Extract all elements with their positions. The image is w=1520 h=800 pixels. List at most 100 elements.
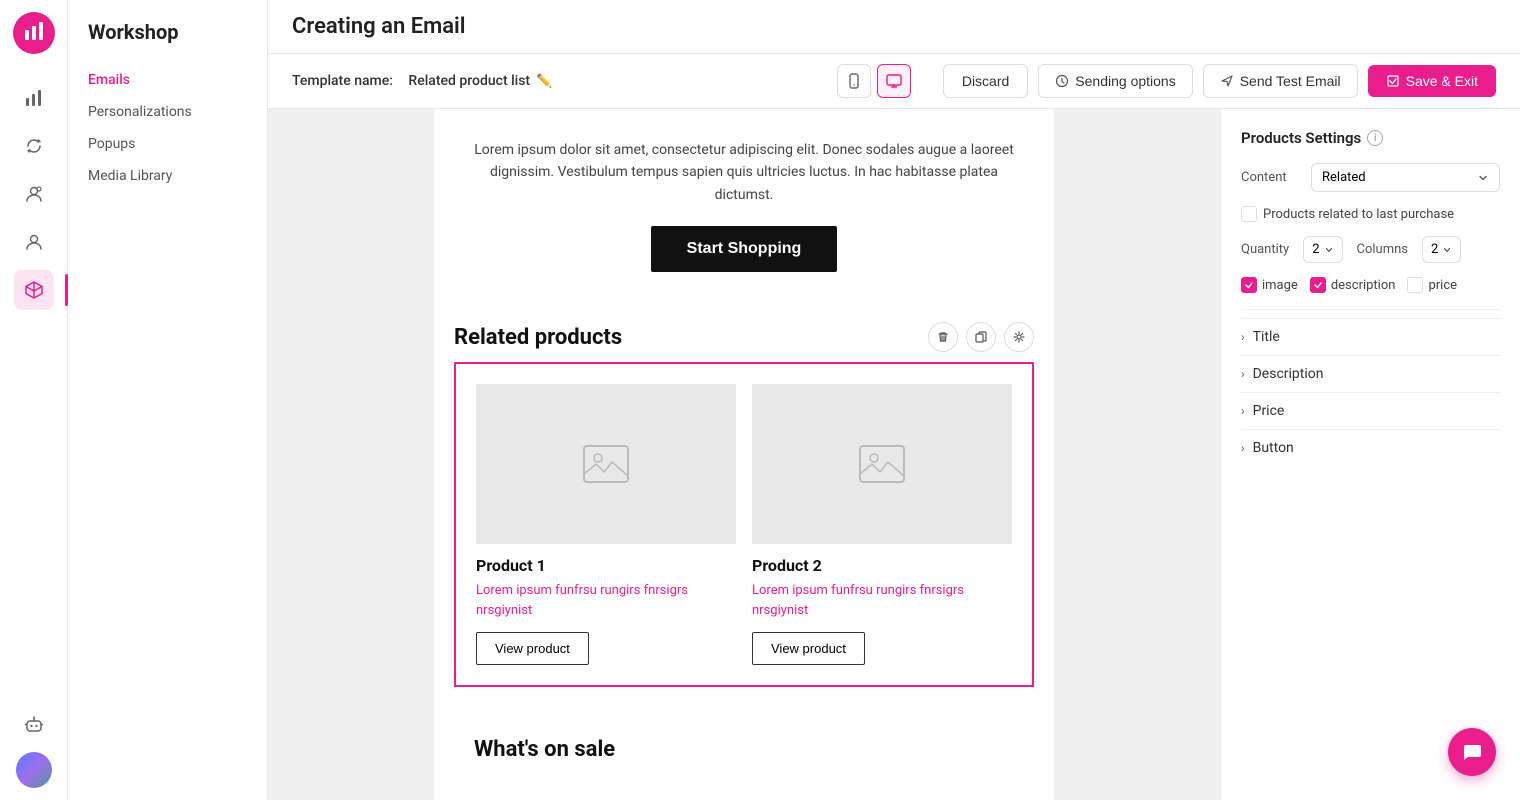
panel-content-row: Content Related [1241, 163, 1500, 192]
send-test-label: Send Test Email [1240, 73, 1341, 89]
products-grid-container: Product 1 Lorem ipsum funfrsu rungirs fn… [454, 362, 1034, 687]
columns-label: Columns [1357, 242, 1409, 257]
icon-bar [0, 0, 68, 800]
toolbar: Template name: Related product list ✏️ D… [268, 54, 1520, 109]
main-area: Creating an Email Template name: Related… [268, 0, 1520, 800]
title-expandable[interactable]: › Title [1241, 318, 1500, 355]
price-checkbox[interactable] [1407, 277, 1423, 293]
sale-title: What's on sale [474, 737, 1014, 762]
qty-columns-row: Quantity 2 Columns 2 [1241, 236, 1500, 263]
send-test-button[interactable]: Send Test Email [1203, 64, 1358, 98]
app-logo[interactable] [13, 12, 55, 54]
description-toggle: description [1310, 277, 1396, 293]
title-expand-icon: › [1241, 330, 1245, 344]
description-expand-label: Description [1253, 366, 1324, 382]
email-hero-section: Lorem ipsum dolor sit amet, consectetur … [434, 109, 1054, 302]
sidebar-item-emails[interactable]: Emails [68, 64, 267, 96]
start-shopping-button[interactable]: Start Shopping [651, 226, 838, 272]
settings-section-btn[interactable] [1004, 322, 1034, 352]
field-toggles-row: image description price [1241, 277, 1500, 293]
logo-icon [23, 20, 45, 47]
product-2-name: Product 2 [752, 556, 1012, 575]
panel-title: Products Settings i [1241, 129, 1500, 147]
description-label: description [1331, 278, 1396, 293]
title-expand-label: Title [1253, 329, 1280, 345]
panel-divider [1241, 309, 1500, 310]
sending-options-label: Sending options [1075, 73, 1175, 89]
price-toggle: price [1407, 277, 1457, 293]
nav-account[interactable] [14, 222, 54, 262]
template-name-prefix: Template name: [292, 73, 393, 89]
nav-products[interactable] [14, 270, 54, 310]
sidebar-item-popups[interactable]: Popups [68, 128, 267, 160]
columns-value: 2 [1431, 242, 1438, 257]
quantity-label: Quantity [1241, 242, 1289, 257]
description-expandable[interactable]: › Description [1241, 355, 1500, 392]
image-checkbox[interactable] [1241, 277, 1257, 293]
product-2-desc: Lorem ipsum funfrsu rungirs fnrsigrs nrs… [752, 581, 1012, 620]
sidebar-title: Workshop [68, 20, 267, 64]
page-title: Creating an Email [292, 14, 465, 39]
related-products-section: Related products [434, 302, 1054, 717]
products-grid: Product 1 Lorem ipsum funfrsu rungirs fn… [476, 384, 1012, 665]
email-canvas: Lorem ipsum dolor sit amet, consectetur … [434, 109, 1054, 800]
hero-text: Lorem ipsum dolor sit amet, consectetur … [474, 139, 1014, 206]
device-buttons [837, 64, 911, 98]
price-label: price [1428, 278, 1457, 293]
sidebar-item-personalizations[interactable]: Personalizations [68, 96, 267, 128]
sale-section: What's on sale [434, 717, 1054, 772]
product-section-actions [928, 322, 1034, 352]
sending-options-button[interactable]: Sending options [1038, 64, 1192, 98]
template-name-value: Related product list [408, 73, 530, 89]
view-product-2-button[interactable]: View product [752, 632, 865, 665]
right-panel: Products Settings i Content Related Prod… [1220, 109, 1520, 800]
price-expand-icon: › [1241, 404, 1245, 418]
product-1-name: Product 1 [476, 556, 736, 575]
product-image-1 [476, 384, 736, 544]
quantity-select[interactable]: 2 [1303, 236, 1342, 263]
related-purchase-checkbox[interactable] [1241, 206, 1257, 222]
nav-contacts[interactable] [14, 174, 54, 214]
template-name-row: Template name: Related product list ✏️ [292, 73, 552, 89]
description-expand-icon: › [1241, 367, 1245, 381]
columns-select[interactable]: 2 [1422, 236, 1461, 263]
panel-info-icon[interactable]: i [1367, 130, 1383, 146]
content-select[interactable]: Related [1311, 163, 1500, 192]
description-checkbox[interactable] [1310, 277, 1326, 293]
product-image-2 [752, 384, 1012, 544]
delete-section-btn[interactable] [928, 322, 958, 352]
button-expand-icon: › [1241, 441, 1245, 455]
view-product-1-button[interactable]: View product [476, 632, 589, 665]
content-label: Content [1241, 170, 1301, 185]
sidebar: Workshop Emails Personalizations Popups … [68, 0, 268, 800]
device-desktop-btn[interactable] [877, 64, 911, 98]
panel-title-text: Products Settings [1241, 129, 1361, 147]
save-exit-button[interactable]: Save & Exit [1368, 65, 1496, 97]
price-expand-label: Price [1253, 403, 1285, 419]
canvas-area: Lorem ipsum dolor sit amet, consectetur … [268, 109, 1220, 800]
device-mobile-btn[interactable] [837, 64, 871, 98]
nav-bot[interactable] [14, 704, 54, 744]
icon-bar-bottom [14, 704, 54, 788]
edit-template-name-icon[interactable]: ✏️ [536, 74, 552, 89]
discard-button[interactable]: Discard [943, 64, 1028, 98]
sidebar-item-media-library[interactable]: Media Library [68, 160, 267, 192]
related-products-title: Related products [454, 325, 622, 350]
chat-button[interactable] [1448, 728, 1496, 776]
image-label: image [1262, 278, 1298, 293]
price-expandable[interactable]: › Price [1241, 392, 1500, 429]
nav-analytics[interactable] [14, 78, 54, 118]
button-expandable[interactable]: › Button [1241, 429, 1500, 466]
nav-sync[interactable] [14, 126, 54, 166]
user-avatar[interactable] [16, 752, 52, 788]
product-card-2: Product 2 Lorem ipsum funfrsu rungirs fn… [752, 384, 1012, 665]
duplicate-section-btn[interactable] [966, 322, 996, 352]
button-expand-label: Button [1253, 440, 1294, 456]
product-1-desc: Lorem ipsum funfrsu rungirs fnrsigrs nrs… [476, 581, 736, 620]
main-header: Creating an Email [268, 0, 1520, 54]
related-purchase-row: Products related to last purchase [1241, 206, 1500, 222]
content-select-value: Related [1322, 170, 1366, 185]
quantity-value: 2 [1312, 242, 1319, 257]
action-buttons: Discard Sending options Send Test Email … [943, 64, 1496, 98]
save-exit-label: Save & Exit [1406, 73, 1478, 89]
